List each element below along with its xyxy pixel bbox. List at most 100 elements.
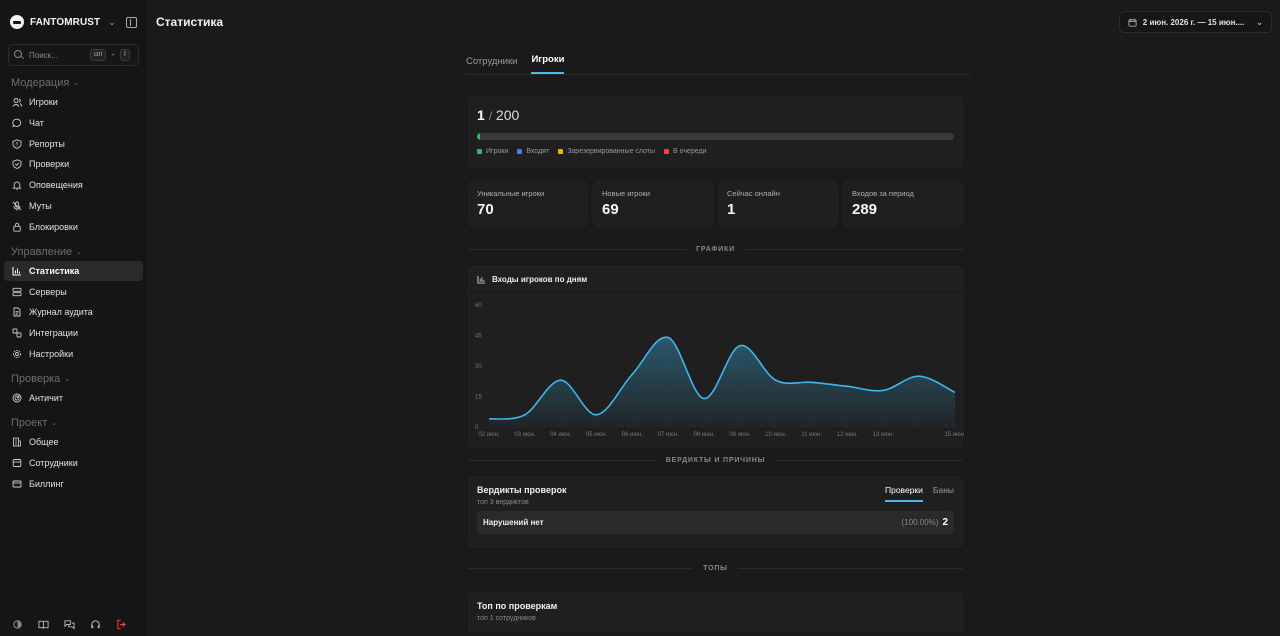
- bar-chart-icon: [477, 275, 486, 284]
- x-tick-label: 07 июн.: [658, 432, 680, 438]
- brand-logo-icon: [10, 15, 24, 29]
- radar-icon: [12, 393, 22, 403]
- tab-bans[interactable]: Баны: [933, 485, 954, 502]
- sidebar-item-label: Биллинг: [29, 478, 64, 489]
- stat-value: 1: [727, 201, 736, 218]
- brand-switcher[interactable]: FANTOMRUST ⌄: [0, 0, 147, 44]
- stat-label: Новые игроки: [602, 189, 650, 198]
- sidebar-item[interactable]: Репорты: [4, 134, 143, 154]
- sidebar-item[interactable]: Биллинг: [4, 474, 143, 494]
- sidebar-item-label: Муты: [29, 200, 52, 211]
- building-icon: [12, 437, 22, 447]
- top-checks-subtitle: топ 1 сотрудников: [477, 615, 536, 622]
- staff-icon: [12, 458, 22, 468]
- sidebar-item[interactable]: Сотрудники: [4, 453, 143, 473]
- sidebar-item-label: Общее: [29, 436, 59, 447]
- sidebar-section-title[interactable]: Модерация ⌄: [0, 74, 147, 92]
- stat-cards: Уникальные игроки 70 Новые игроки 69 Сейчас …: [468, 181, 963, 227]
- sidebar-item-label: Античит: [29, 392, 63, 403]
- sidebar-item[interactable]: Чат: [4, 113, 143, 133]
- shield-check-icon: [12, 159, 22, 170]
- support-headset-icon[interactable]: [90, 619, 101, 630]
- shortcut-plus: +: [111, 51, 116, 59]
- sidebar-item[interactable]: Муты: [4, 196, 143, 216]
- stat-value: 70: [477, 201, 494, 218]
- tab-staff[interactable]: Сотрудники: [466, 56, 517, 74]
- legend-label: Входят: [526, 148, 550, 155]
- y-tick-label: 0: [475, 425, 479, 431]
- legend-item: В очереди: [664, 148, 707, 155]
- legend-swatch: [477, 149, 482, 154]
- sidebar-item-label: Статистика: [29, 265, 80, 276]
- sidebar-toggle-icon[interactable]: [126, 16, 137, 28]
- sidebar-item[interactable]: Серверы: [4, 282, 143, 302]
- date-range-label: 2 июн. 2026 г. — 15 июн....: [1142, 17, 1245, 27]
- sidebar-item[interactable]: Журнал аудита: [4, 302, 143, 322]
- shortcut-ctrl: ctrl: [90, 49, 106, 61]
- verdicts-header: Вердикты проверок топ 3 вердиктов Провер…: [477, 485, 954, 506]
- section-title-label: Модерация: [11, 77, 70, 89]
- chevron-down-icon: ⌄: [108, 16, 116, 27]
- feedback-icon[interactable]: [64, 619, 75, 630]
- search-icon: [14, 50, 24, 60]
- server-icon: [12, 287, 22, 297]
- legend-item: Входят: [517, 148, 549, 155]
- sidebar-nav-list: Игроки Чат Репорты Проверки Оповещения Муты Бл…: [0, 92, 147, 237]
- sidebar-item[interactable]: Проверки: [4, 154, 143, 174]
- sidebar-item[interactable]: Античит: [4, 388, 143, 408]
- shortcut-f: f: [120, 49, 130, 61]
- x-tick-label: 06 июн.: [622, 432, 644, 438]
- sidebar-item[interactable]: Общее: [4, 432, 143, 452]
- stat-value: 289: [852, 201, 878, 218]
- verdict-percent: (100.00%): [901, 518, 939, 527]
- daily-joins-chart-card: Входы игроков по дням 0 15 30 45 60 02 июн. 03…: [468, 266, 964, 448]
- bell-icon: [12, 180, 22, 190]
- series-area: [489, 337, 955, 427]
- docs-icon[interactable]: [38, 619, 49, 630]
- sidebar-item[interactable]: Настройки: [4, 344, 143, 364]
- sidebar-item-label: Проверки: [29, 159, 70, 170]
- users-icon: [12, 97, 22, 107]
- online-progress-fill: [477, 133, 480, 140]
- legend-swatch: [664, 149, 670, 154]
- section-divider-charts: Графики: [468, 240, 963, 258]
- chevron-down-icon: ⌄: [51, 419, 58, 427]
- calendar-icon: [1128, 18, 1137, 27]
- legend-swatch: [558, 149, 564, 154]
- verdict-row: Нарушений нет (100.00%) 2: [477, 511, 954, 534]
- sidebar-item[interactable]: Блокировки: [4, 217, 143, 237]
- section-title-label: Проверка: [11, 372, 61, 385]
- logout-icon[interactable]: [116, 619, 127, 630]
- x-tick-label: 02 июн.: [478, 432, 500, 438]
- chevron-down-icon: ⌄: [64, 375, 71, 383]
- sidebar-section-title[interactable]: Проверка ⌄: [0, 370, 147, 388]
- sidebar-item[interactable]: Игроки: [4, 92, 143, 112]
- online-legend: Игроки Входят Зарезервированные слоты В оче…: [477, 148, 954, 155]
- tab-players[interactable]: Игроки: [531, 54, 565, 74]
- sidebar-item[interactable]: Статистика: [4, 260, 143, 281]
- x-tick-label: 11 июн.: [801, 432, 822, 438]
- x-tick-label: 08 июн.: [693, 432, 715, 438]
- online-separator: /: [488, 109, 493, 123]
- section-divider-tops: Топы: [468, 559, 963, 577]
- chevron-down-icon: ⌄: [73, 80, 80, 87]
- stat-card: Входов за период 289: [843, 181, 963, 227]
- search-box[interactable]: ctrl + f: [8, 44, 139, 66]
- theme-icon[interactable]: [12, 619, 23, 630]
- lock-icon: [12, 222, 22, 232]
- online-players-card: 1 / 200 Игроки Входят Зарезервированные сл…: [468, 96, 963, 168]
- search-input[interactable]: [29, 50, 85, 60]
- date-range-picker[interactable]: 2 июн. 2026 г. — 15 июн.... ⌄: [1118, 11, 1272, 33]
- tab-checks[interactable]: Проверки: [884, 485, 923, 502]
- sidebar-item[interactable]: Интеграции: [4, 323, 143, 343]
- online-current: 1: [477, 107, 485, 123]
- top-checks-title: Топ по проверкам: [477, 601, 558, 611]
- sidebar-item-label: Сотрудники: [29, 457, 78, 468]
- x-tick-label: 05 июн.: [586, 432, 608, 438]
- chart-title: Входы игроков по дням: [492, 275, 588, 284]
- sidebar-item[interactable]: Оповещения: [4, 175, 143, 195]
- x-tick-label: 03 июн.: [514, 432, 536, 438]
- sidebar-section-title[interactable]: Управление ⌄: [0, 243, 147, 261]
- sidebar-section-title[interactable]: Проект ⌄: [0, 414, 147, 432]
- sidebar-item-label: Интеграции: [29, 328, 78, 339]
